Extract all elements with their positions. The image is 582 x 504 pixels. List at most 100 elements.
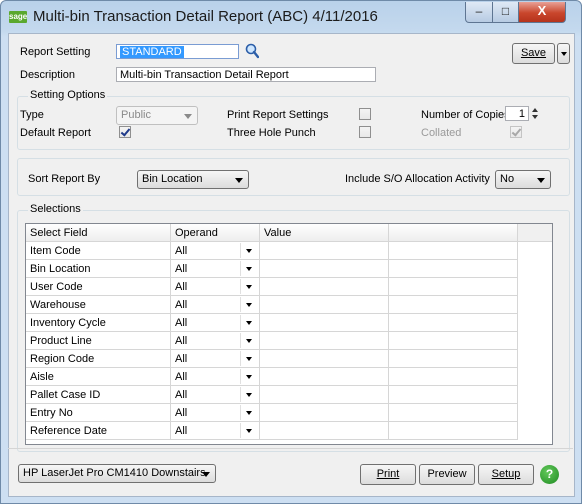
- operand-value: All: [175, 335, 188, 347]
- preview-button[interactable]: Preview: [419, 464, 475, 485]
- operand-cell[interactable]: All: [171, 404, 260, 422]
- extra-cell[interactable]: [389, 350, 518, 368]
- chevron-down-icon[interactable]: [240, 333, 257, 348]
- chevron-down-icon[interactable]: [240, 387, 257, 402]
- select-field-cell[interactable]: User Code: [26, 278, 171, 296]
- three-hole-punch-checkbox[interactable]: [359, 126, 371, 138]
- extra-cell[interactable]: [389, 242, 518, 260]
- select-field-cell[interactable]: Bin Location: [26, 260, 171, 278]
- value-cell[interactable]: [260, 386, 389, 404]
- chevron-down-icon[interactable]: [240, 423, 257, 438]
- operand-cell[interactable]: All: [171, 332, 260, 350]
- chevron-down-icon[interactable]: [240, 279, 257, 294]
- operand-value: All: [175, 425, 188, 437]
- close-button[interactable]: X: [518, 2, 566, 23]
- select-field-cell[interactable]: Aisle: [26, 368, 171, 386]
- value-cell[interactable]: [260, 332, 389, 350]
- table-row[interactable]: Warehouse All: [26, 296, 546, 314]
- sort-by-label: Sort Report By: [28, 173, 101, 185]
- column-header-select-field[interactable]: Select Field: [26, 224, 171, 242]
- value-cell[interactable]: [260, 278, 389, 296]
- value-cell[interactable]: [260, 242, 389, 260]
- minimize-button[interactable]: –: [465, 2, 493, 23]
- value-cell[interactable]: [260, 296, 389, 314]
- chevron-down-icon[interactable]: [240, 351, 257, 366]
- save-button[interactable]: Save: [512, 43, 555, 64]
- select-field-cell[interactable]: Pallet Case ID: [26, 386, 171, 404]
- extra-cell[interactable]: [389, 368, 518, 386]
- table-row[interactable]: Bin Location All: [26, 260, 546, 278]
- report-setting-field[interactable]: STANDARD: [116, 44, 239, 59]
- table-row[interactable]: Pallet Case ID All: [26, 386, 546, 404]
- chevron-down-icon[interactable]: [240, 261, 257, 276]
- operand-cell[interactable]: All: [171, 350, 260, 368]
- print-report-settings-checkbox[interactable]: [359, 108, 371, 120]
- extra-cell[interactable]: [389, 332, 518, 350]
- operand-cell[interactable]: All: [171, 242, 260, 260]
- value-cell[interactable]: [260, 368, 389, 386]
- selections-grid[interactable]: Select Field Operand Value Item Code All B…: [25, 223, 553, 445]
- title-bar[interactable]: sage Multi-bin Transaction Detail Report…: [1, 1, 581, 33]
- chevron-down-icon[interactable]: [240, 243, 257, 258]
- table-row[interactable]: Reference Date All: [26, 422, 546, 440]
- maximize-button[interactable]: □: [492, 2, 519, 23]
- value-cell[interactable]: [260, 350, 389, 368]
- search-lookup-icon[interactable]: [245, 43, 259, 59]
- extra-cell[interactable]: [389, 278, 518, 296]
- include-so-allocation-select[interactable]: No: [495, 170, 551, 189]
- print-button[interactable]: Print: [360, 464, 416, 485]
- extra-cell[interactable]: [389, 404, 518, 422]
- column-header-value[interactable]: Value: [260, 224, 389, 242]
- table-row[interactable]: User Code All: [26, 278, 546, 296]
- column-header-operand[interactable]: Operand: [171, 224, 260, 242]
- help-icon[interactable]: ?: [540, 465, 559, 484]
- value-cell[interactable]: [260, 404, 389, 422]
- extra-cell[interactable]: [389, 260, 518, 278]
- operand-cell[interactable]: All: [171, 422, 260, 440]
- table-row[interactable]: Aisle All: [26, 368, 546, 386]
- description-field[interactable]: Multi-bin Transaction Detail Report: [116, 67, 376, 82]
- table-row[interactable]: Item Code All: [26, 242, 546, 260]
- select-field-cell[interactable]: Inventory Cycle: [26, 314, 171, 332]
- chevron-down-icon[interactable]: [240, 369, 257, 384]
- table-row[interactable]: Entry No All: [26, 404, 546, 422]
- operand-cell[interactable]: All: [171, 278, 260, 296]
- default-report-label: Default Report: [20, 127, 91, 139]
- operand-cell[interactable]: All: [171, 260, 260, 278]
- chevron-down-icon[interactable]: [240, 297, 257, 312]
- table-row[interactable]: Region Code All: [26, 350, 546, 368]
- chevron-down-icon[interactable]: [240, 405, 257, 420]
- table-row[interactable]: Inventory Cycle All: [26, 314, 546, 332]
- operand-value: All: [175, 245, 188, 257]
- select-field-cell[interactable]: Entry No: [26, 404, 171, 422]
- value-cell[interactable]: [260, 314, 389, 332]
- column-header-extra[interactable]: [389, 224, 518, 242]
- value-cell[interactable]: [260, 422, 389, 440]
- copies-label: Number of Copies: [421, 109, 510, 121]
- select-field-cell[interactable]: Warehouse: [26, 296, 171, 314]
- operand-cell[interactable]: All: [171, 314, 260, 332]
- operand-cell[interactable]: All: [171, 386, 260, 404]
- save-options-dropdown[interactable]: [557, 43, 570, 64]
- table-row[interactable]: Product Line All: [26, 332, 546, 350]
- select-field-cell[interactable]: Reference Date: [26, 422, 171, 440]
- operand-cell[interactable]: All: [171, 368, 260, 386]
- value-cell[interactable]: [260, 260, 389, 278]
- select-field-cell[interactable]: Region Code: [26, 350, 171, 368]
- chevron-down-icon: [202, 472, 210, 477]
- select-field-cell[interactable]: Item Code: [26, 242, 171, 260]
- printer-select[interactable]: HP LaserJet Pro CM1410 Downstairs: [18, 464, 216, 483]
- setup-button[interactable]: Setup: [478, 464, 534, 485]
- extra-cell[interactable]: [389, 296, 518, 314]
- default-report-checkbox[interactable]: [119, 126, 131, 138]
- copies-spinner[interactable]: [531, 106, 540, 121]
- copies-field[interactable]: 1: [505, 106, 529, 121]
- sort-by-select[interactable]: Bin Location: [137, 170, 249, 189]
- extra-cell[interactable]: [389, 422, 518, 440]
- operand-value: All: [175, 281, 188, 293]
- operand-cell[interactable]: All: [171, 296, 260, 314]
- extra-cell[interactable]: [389, 386, 518, 404]
- chevron-down-icon[interactable]: [240, 315, 257, 330]
- extra-cell[interactable]: [389, 314, 518, 332]
- select-field-cell[interactable]: Product Line: [26, 332, 171, 350]
